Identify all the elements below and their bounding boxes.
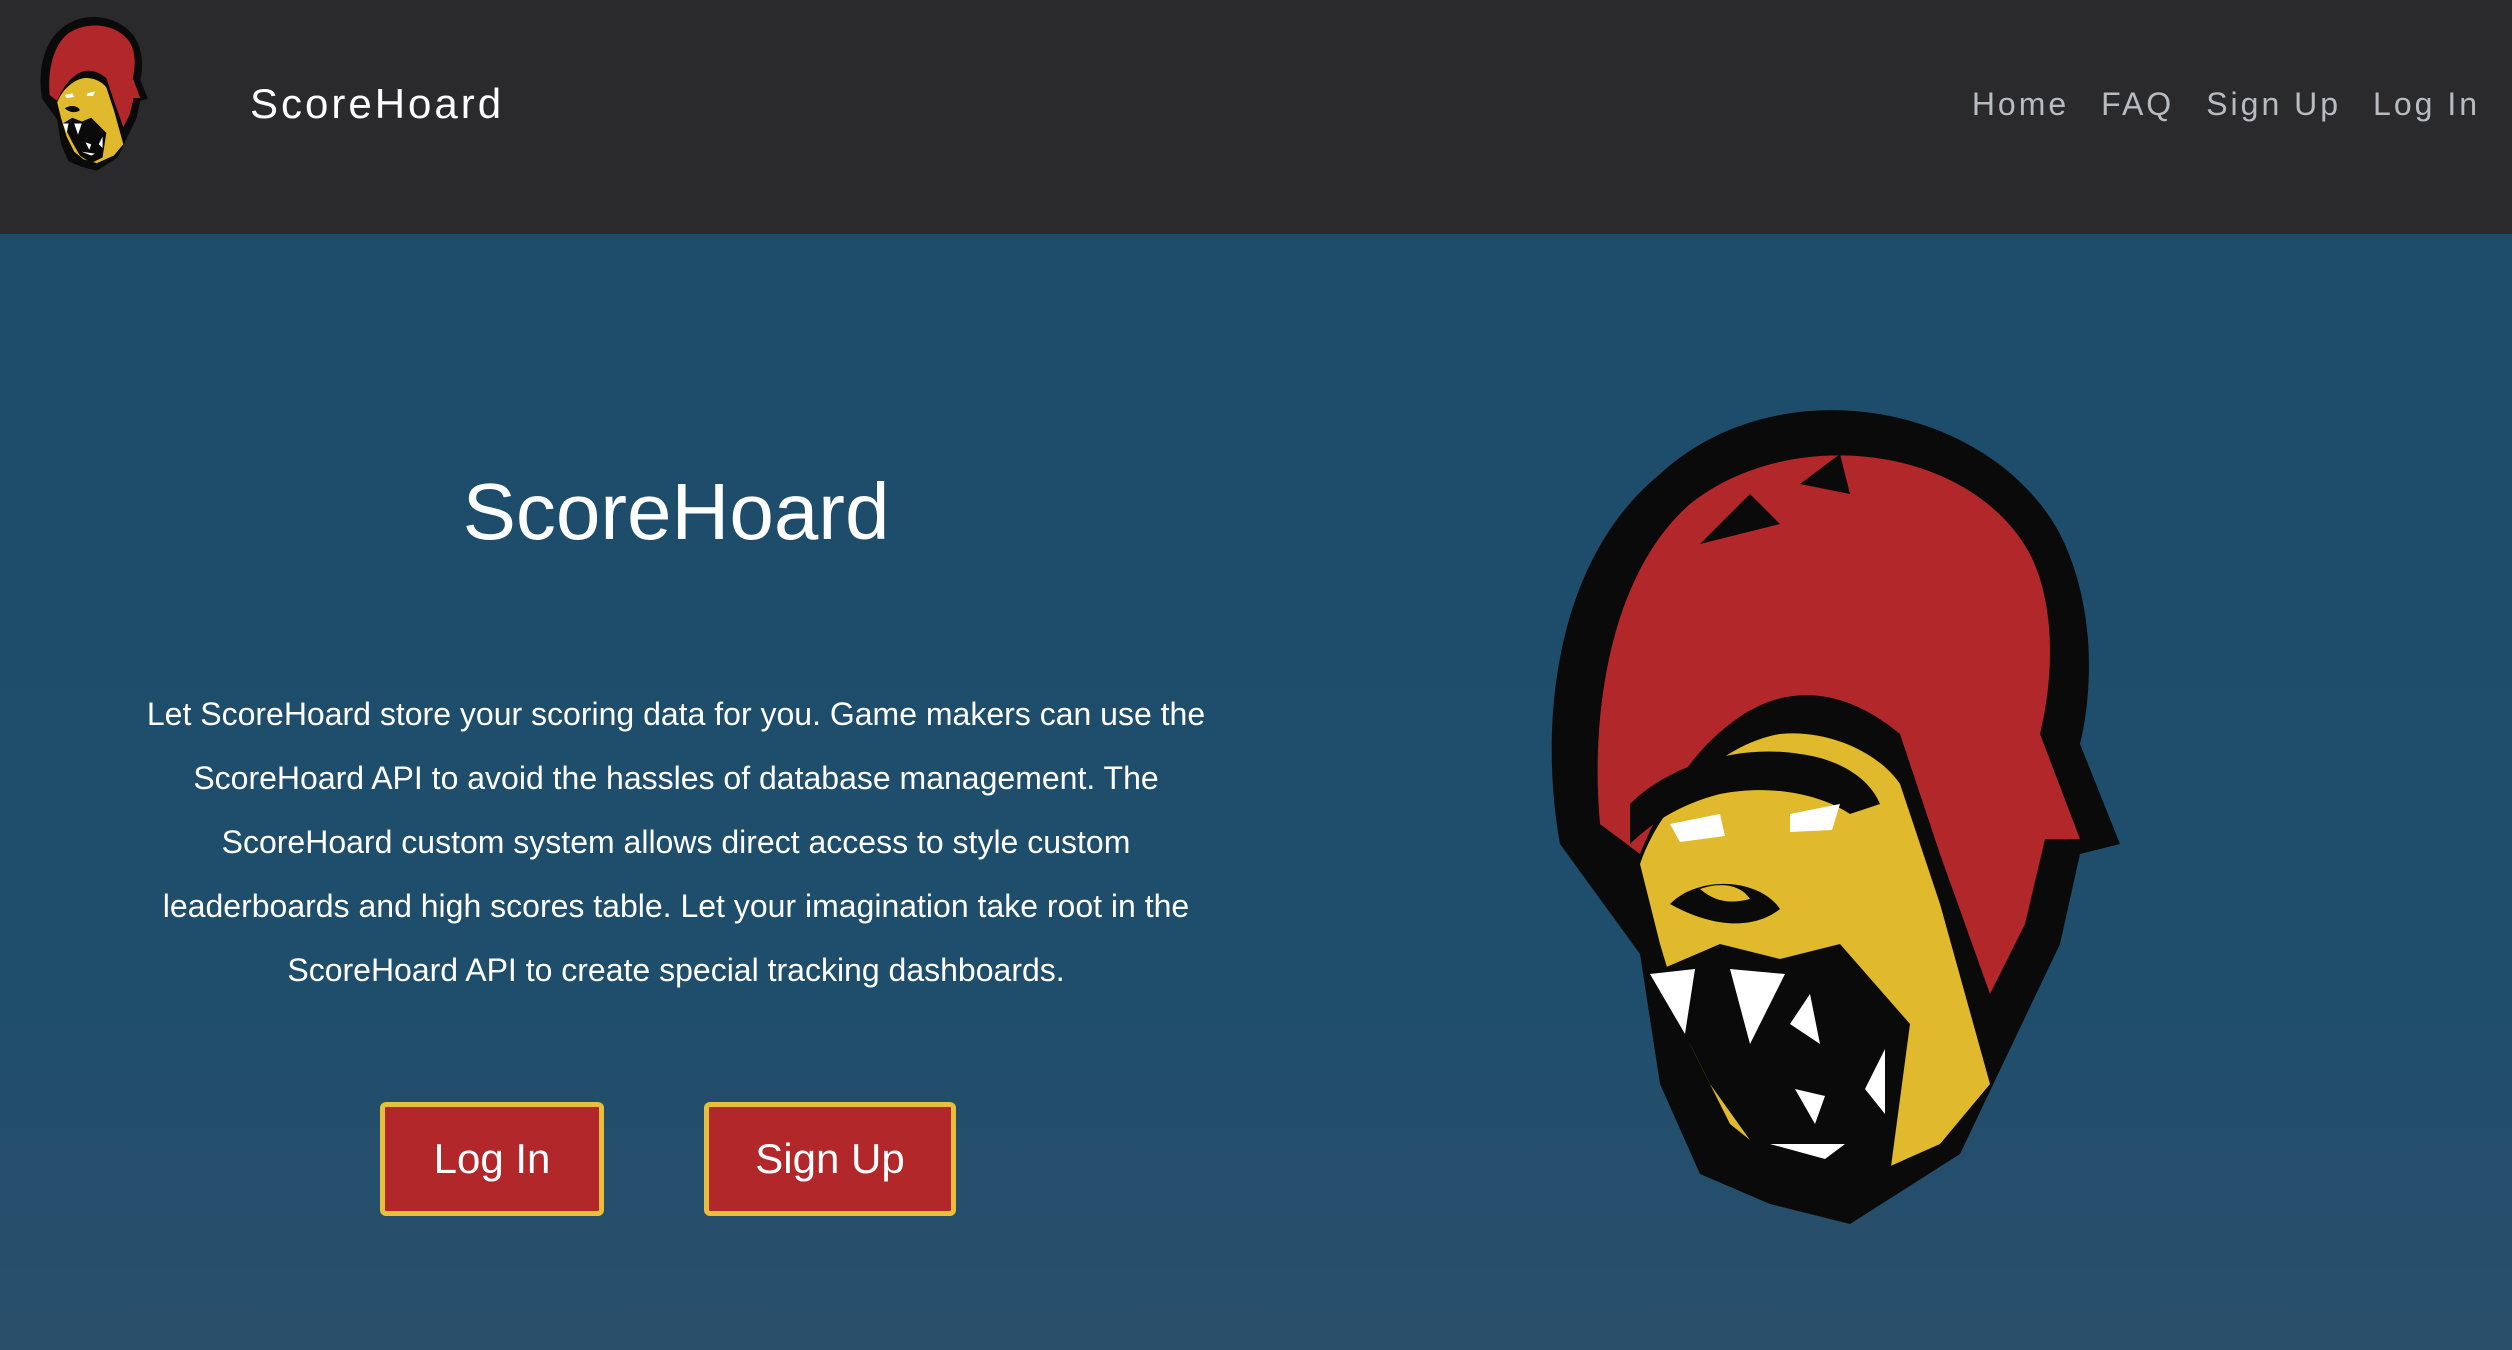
login-button[interactable]: Log In [380,1102,604,1216]
brand-name[interactable]: ScoreHoard [250,80,504,128]
hero-title: ScoreHoard [462,467,890,556]
hero-description: Let ScoreHoard store your scoring data f… [146,696,1206,988]
gorilla-logo-icon[interactable] [30,12,160,182]
signup-button[interactable]: Sign Up [704,1102,956,1216]
nav-signup-link[interactable]: Sign Up [2206,86,2341,123]
nav-links: Home FAQ Sign Up Log In [1972,86,2480,123]
gorilla-mascot-icon [1551,410,2120,1224]
hero-section: ScoreHoard Let ScoreHoard store your sco… [0,234,2512,1350]
nav-login-link[interactable]: Log In [2373,86,2480,123]
nav-home-link[interactable]: Home [1972,86,2069,123]
nav-faq-link[interactable]: FAQ [2101,86,2174,123]
navbar: ScoreHoard Home FAQ Sign Up Log In [0,0,2512,234]
